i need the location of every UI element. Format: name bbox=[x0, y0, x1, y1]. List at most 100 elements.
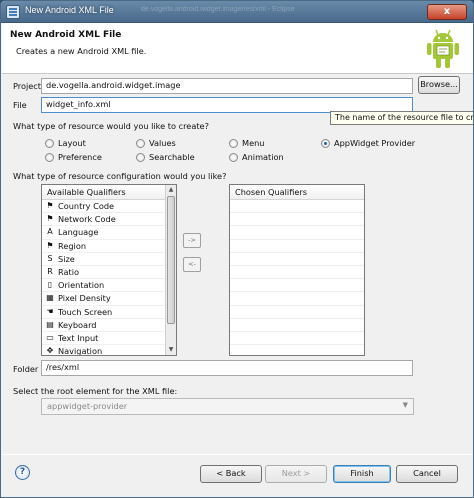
dialog-window: New Android XML File de.vogella.android.… bbox=[0, 0, 474, 498]
radio-label: Values bbox=[149, 138, 176, 148]
window-title: New Android XML File bbox=[25, 5, 114, 15]
qualifier-item[interactable]: ✥ Navigation bbox=[42, 345, 176, 356]
title-bar[interactable]: New Android XML File de.vogella.android.… bbox=[1, 1, 473, 23]
chosen-empty-row bbox=[230, 266, 364, 280]
radio-indicator[interactable] bbox=[229, 152, 238, 162]
wizard-description: Creates a new Android XML file. bbox=[16, 46, 147, 56]
qualifier-item[interactable]: ⚑ Network Code bbox=[42, 213, 176, 227]
qualifier-label: Region bbox=[58, 240, 87, 251]
qualifier-label: Orientation bbox=[58, 280, 105, 291]
available-qualifiers-header: Available Qualifiers bbox=[42, 185, 176, 200]
radio-preference[interactable]: Preference bbox=[45, 152, 102, 162]
help-icon[interactable]: ? bbox=[15, 465, 30, 480]
radio-indicator[interactable] bbox=[229, 138, 238, 148]
radio-indicator[interactable] bbox=[45, 138, 54, 148]
qualifier-item[interactable]: ▤ Keyboard bbox=[42, 319, 176, 332]
chosen-qualifiers-list[interactable]: Chosen Qualifiers bbox=[229, 184, 365, 356]
remove-qualifier-button[interactable]: <- bbox=[183, 257, 201, 272]
chosen-empty-row bbox=[230, 319, 364, 332]
qualifier-item[interactable]: ▦ Pixel Density bbox=[42, 292, 176, 306]
qualifier-label: Country Code bbox=[58, 201, 115, 212]
cancel-button[interactable]: Cancel bbox=[396, 465, 458, 483]
qualifier-label: Network Code bbox=[58, 214, 116, 225]
qualifier-label: Pixel Density bbox=[58, 293, 111, 304]
root-element-combo[interactable]: appwidget-provider ▼ bbox=[41, 398, 414, 415]
chosen-empty-row bbox=[230, 279, 364, 293]
chosen-empty-row bbox=[230, 292, 364, 306]
radio-indicator[interactable] bbox=[136, 138, 145, 148]
chosen-empty-row bbox=[230, 253, 364, 266]
qualifier-label: Size bbox=[58, 253, 75, 264]
qualifier-item[interactable]: ⚑ Country Code bbox=[42, 200, 176, 214]
qualifier-item[interactable]: R Ratio bbox=[42, 266, 176, 280]
add-qualifier-button[interactable]: -> bbox=[183, 233, 201, 248]
radio-indicator[interactable] bbox=[45, 152, 54, 162]
project-label: Project bbox=[13, 81, 42, 91]
chosen-empty-row bbox=[230, 306, 364, 319]
radio-animation[interactable]: Animation bbox=[229, 152, 284, 162]
qualifier-item[interactable]: ⚑ Region bbox=[42, 240, 176, 253]
flag-icon: ⚑ bbox=[46, 201, 54, 211]
chosen-empty-row bbox=[230, 332, 364, 346]
qualifier-item[interactable]: S Size bbox=[42, 253, 176, 266]
chosen-empty-row bbox=[230, 226, 364, 240]
available-qualifiers-list[interactable]: Available Qualifiers ⚑ Country Code ⚑ Netwo… bbox=[41, 184, 177, 356]
configuration-question: What type of resource configuration woul… bbox=[13, 171, 227, 181]
scroll-up-arrow-icon[interactable]: ▲ bbox=[166, 185, 176, 195]
radio-menu[interactable]: Menu bbox=[229, 138, 264, 148]
qualifier-label: Navigation bbox=[58, 346, 103, 356]
android-icon bbox=[427, 29, 459, 68]
radio-indicator[interactable] bbox=[321, 138, 330, 148]
text-input-icon: ▭ bbox=[46, 332, 54, 342]
scrollbar-thumb[interactable] bbox=[167, 196, 175, 324]
back-button[interactable]: < Back bbox=[200, 465, 262, 483]
radio-label: Menu bbox=[242, 138, 265, 148]
close-icon[interactable]: x bbox=[427, 4, 467, 20]
wizard-title: New Android XML File bbox=[10, 30, 122, 40]
qualifier-item[interactable]: ☚ Touch Screen bbox=[42, 306, 176, 319]
radio-searchable[interactable]: Searchable bbox=[136, 152, 195, 162]
size-icon: S bbox=[47, 253, 53, 263]
region-icon: ⚑ bbox=[46, 240, 54, 250]
touch-screen-icon: ☚ bbox=[46, 306, 54, 316]
footer-separator bbox=[2, 454, 473, 455]
pixel-density-icon: ▦ bbox=[46, 293, 54, 303]
chosen-qualifiers-header: Chosen Qualifiers bbox=[230, 185, 364, 200]
radio-label: Preference bbox=[58, 152, 102, 162]
chosen-empty-row bbox=[230, 213, 364, 227]
file-tooltip: The name of the resource file to create bbox=[330, 111, 473, 125]
ratio-icon: R bbox=[47, 267, 53, 277]
qualifier-item[interactable]: A Language bbox=[42, 226, 176, 240]
browse-button[interactable]: Browse... bbox=[418, 76, 460, 94]
scroll-down-arrow-icon[interactable]: ▼ bbox=[166, 345, 176, 355]
network-icon: ⚑ bbox=[46, 214, 54, 224]
next-button[interactable]: Next > bbox=[265, 465, 327, 483]
radio-layout[interactable]: Layout bbox=[45, 138, 86, 148]
radio-label: Animation bbox=[242, 152, 284, 162]
root-element-label: Select the root element for the XML file… bbox=[13, 386, 178, 396]
radio-appwidget-provider[interactable]: AppWidget Provider bbox=[321, 138, 415, 148]
file-label: File bbox=[13, 100, 27, 110]
radio-values[interactable]: Values bbox=[136, 138, 176, 148]
qualifier-item[interactable]: ▯ Orientation bbox=[42, 279, 176, 293]
radio-label: Layout bbox=[58, 138, 86, 148]
keyboard-icon: ▤ bbox=[46, 319, 54, 329]
chevron-down-icon[interactable]: ▼ bbox=[403, 401, 408, 409]
qualifier-rows: ⚑ Country Code ⚑ Network Code A Language ⚑ Regi… bbox=[42, 200, 176, 356]
chosen-rows bbox=[230, 200, 364, 346]
chosen-empty-row bbox=[230, 200, 364, 214]
project-field[interactable]: de.vogella.android.widget.image bbox=[41, 78, 413, 94]
resource-type-question: What type of resource would you like to … bbox=[13, 121, 209, 131]
folder-field[interactable]: /res/xml bbox=[41, 360, 413, 376]
language-icon: A bbox=[47, 227, 53, 237]
radio-indicator[interactable] bbox=[136, 152, 145, 162]
wizard-header: New Android XML File Creates a new Andro… bbox=[2, 23, 473, 74]
qualifiers-scrollbar[interactable]: ▲ ▼ bbox=[165, 185, 176, 355]
xml-file-icon bbox=[6, 5, 20, 19]
background-window-title: de.vogella.android.widget.image/res/xml … bbox=[141, 6, 295, 13]
qualifier-item[interactable]: ▭ Text Input bbox=[42, 332, 176, 346]
radio-label: Searchable bbox=[149, 152, 195, 162]
finish-button[interactable]: Finish bbox=[333, 465, 391, 483]
qualifier-label: Keyboard bbox=[58, 319, 97, 330]
navigation-icon: ✥ bbox=[46, 346, 54, 356]
